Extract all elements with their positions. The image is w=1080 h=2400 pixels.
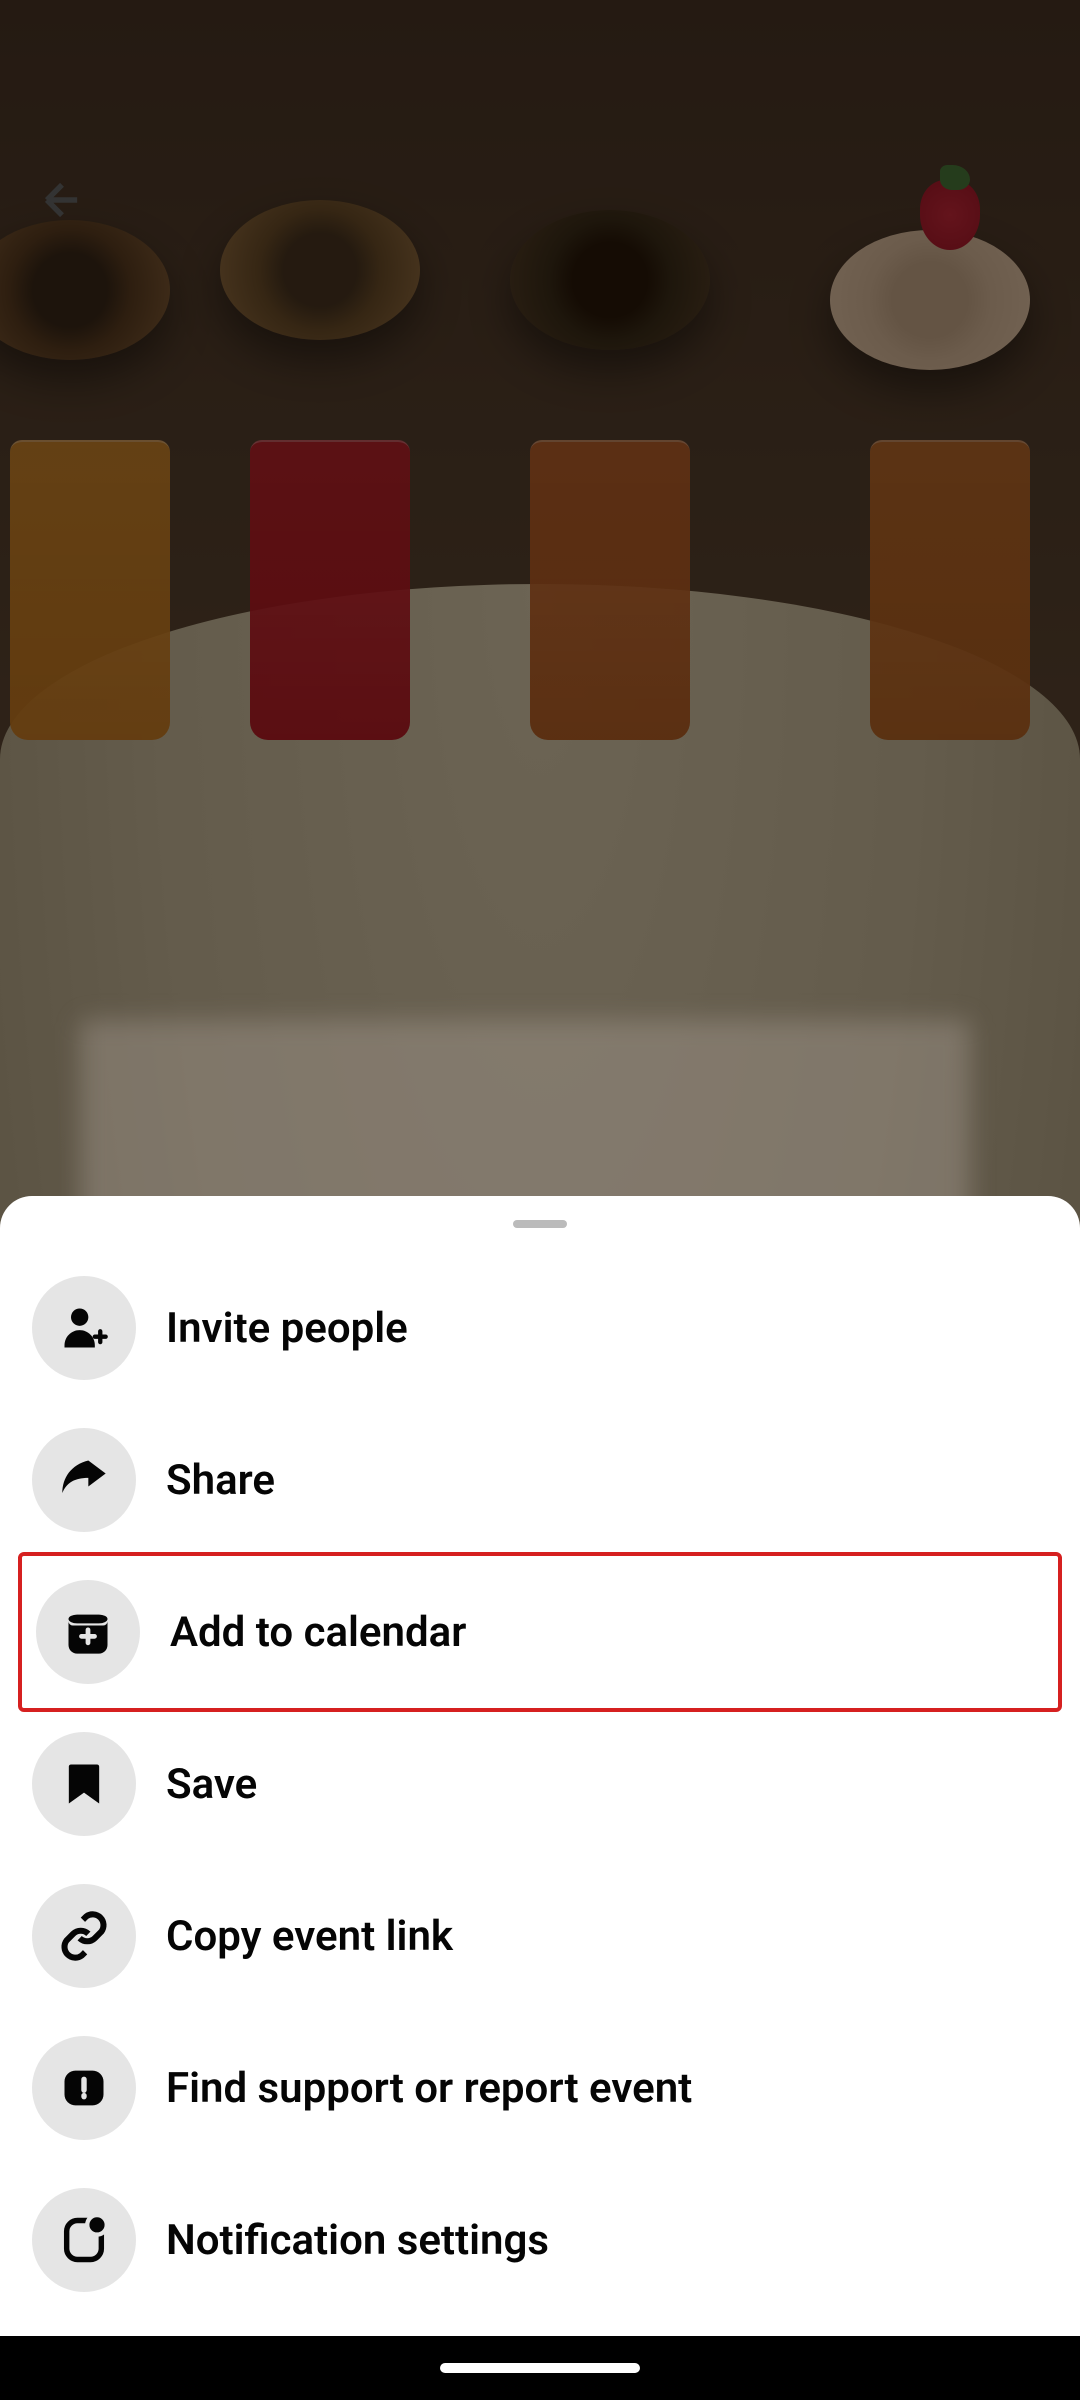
save-item[interactable]: Save [0, 1708, 1080, 1860]
report-icon [32, 2036, 136, 2140]
share-icon [32, 1428, 136, 1532]
report-item[interactable]: Find support or report event [0, 2012, 1080, 2164]
back-button[interactable] [32, 170, 92, 230]
add-to-calendar-item[interactable]: Add to calendar [18, 1552, 1062, 1712]
android-nav-bar [0, 2336, 1080, 2400]
menu-item-label: Invite people [166, 1304, 408, 1353]
menu-item-label: Find support or report event [166, 2064, 692, 2113]
copy-link-item[interactable]: Copy event link [0, 1860, 1080, 2012]
menu-item-label: Save [166, 1760, 257, 1809]
menu-item-label: Share [166, 1456, 275, 1505]
invite-people-icon [32, 1276, 136, 1380]
notification-icon [32, 2188, 136, 2292]
action-sheet: Invite people Share Add to calendar [0, 1196, 1080, 2336]
calendar-add-icon [36, 1580, 140, 1684]
menu-item-label: Notification settings [166, 2216, 549, 2265]
drag-handle[interactable] [513, 1220, 567, 1228]
link-icon [32, 1884, 136, 1988]
notification-settings-item[interactable]: Notification settings [0, 2164, 1080, 2316]
home-indicator[interactable] [440, 2363, 640, 2373]
menu-item-label: Copy event link [166, 1912, 453, 1961]
menu-item-label: Add to calendar [170, 1608, 466, 1657]
share-item[interactable]: Share [0, 1404, 1080, 1556]
bookmark-icon [32, 1732, 136, 1836]
arrow-left-icon [36, 174, 88, 226]
invite-people-item[interactable]: Invite people [0, 1252, 1080, 1404]
